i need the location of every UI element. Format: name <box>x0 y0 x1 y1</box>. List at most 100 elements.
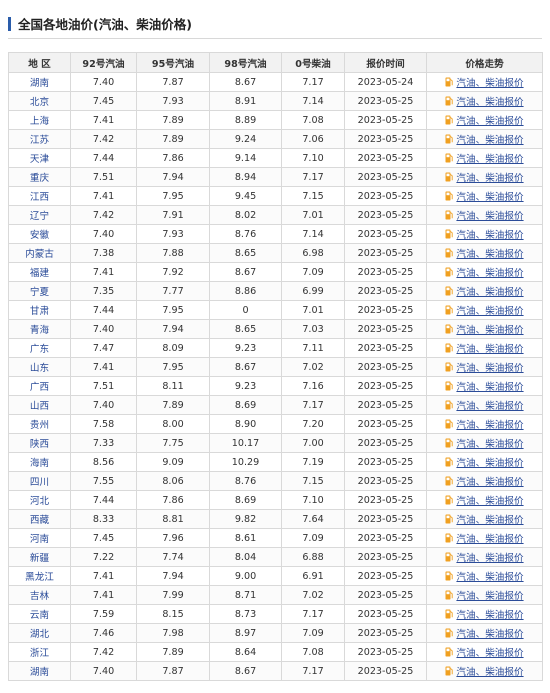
price-trend-link[interactable]: 汽油、柴油报价 <box>456 477 523 488</box>
region-cell[interactable]: 内蒙古 <box>8 243 71 263</box>
price-95-cell: 7.86 <box>136 490 210 510</box>
region-cell[interactable]: 山西 <box>8 395 71 415</box>
price-trend-link[interactable]: 汽油、柴油报价 <box>456 572 523 583</box>
price-trend-link[interactable]: 汽油、柴油报价 <box>456 667 523 678</box>
region-cell[interactable]: 青海 <box>8 319 71 339</box>
price-92-cell: 7.41 <box>70 566 137 586</box>
price-trend-link[interactable]: 汽油、柴油报价 <box>456 496 523 507</box>
price-trend-link[interactable]: 汽油、柴油报价 <box>456 249 523 260</box>
price-98-cell: 8.91 <box>209 91 282 111</box>
price-trend-link[interactable]: 汽油、柴油报价 <box>456 629 523 640</box>
price-trend-link[interactable]: 汽油、柴油报价 <box>456 211 523 222</box>
region-cell[interactable]: 安徽 <box>8 224 71 244</box>
fuel-pump-icon <box>445 77 454 87</box>
price-trend-link[interactable]: 汽油、柴油报价 <box>456 420 523 431</box>
region-cell[interactable]: 陕西 <box>8 433 71 453</box>
price-trend-link[interactable]: 汽油、柴油报价 <box>456 610 523 621</box>
price-trend-link[interactable]: 汽油、柴油报价 <box>456 591 523 602</box>
price-trend-link[interactable]: 汽油、柴油报价 <box>456 268 523 279</box>
region-cell[interactable]: 福建 <box>8 262 71 282</box>
price-trend-link[interactable]: 汽油、柴油报价 <box>456 116 523 127</box>
date-cell: 2023-05-25 <box>344 357 427 377</box>
region-cell[interactable]: 上海 <box>8 110 71 130</box>
price-95-cell: 7.93 <box>136 91 210 111</box>
fuel-pump-icon <box>445 438 454 448</box>
region-cell[interactable]: 湖南 <box>8 661 71 681</box>
price-trend-link[interactable]: 汽油、柴油报价 <box>456 154 523 165</box>
date-cell: 2023-05-25 <box>344 547 427 567</box>
price-trend-link[interactable]: 汽油、柴油报价 <box>456 648 523 659</box>
price-trend-link[interactable]: 汽油、柴油报价 <box>456 401 523 412</box>
region-cell[interactable]: 浙江 <box>8 642 71 662</box>
price-95-cell: 7.92 <box>136 262 210 282</box>
price-trend-link[interactable]: 汽油、柴油报价 <box>456 78 523 89</box>
region-cell[interactable]: 云南 <box>8 604 71 624</box>
price-92-cell: 7.41 <box>70 186 137 206</box>
price-95-cell: 7.87 <box>136 72 210 92</box>
date-cell: 2023-05-25 <box>344 433 427 453</box>
fuel-pump-icon <box>445 533 454 543</box>
price-trend-link[interactable]: 汽油、柴油报价 <box>456 382 523 393</box>
price-trend-link[interactable]: 汽油、柴油报价 <box>456 553 523 564</box>
price-trend-link[interactable]: 汽油、柴油报价 <box>456 344 523 355</box>
table-row: 江苏 7.42 7.89 9.24 7.06 2023-05-25 汽油、柴油报价 <box>8 129 543 149</box>
region-cell[interactable]: 西藏 <box>8 509 71 529</box>
region-cell[interactable]: 重庆 <box>8 167 71 187</box>
region-cell[interactable]: 湖南 <box>8 72 71 92</box>
price-92-cell: 7.44 <box>70 300 137 320</box>
price-92-cell: 7.33 <box>70 433 137 453</box>
date-cell: 2023-05-25 <box>344 129 427 149</box>
price-trend-link[interactable]: 汽油、柴油报价 <box>456 192 523 203</box>
region-cell[interactable]: 四川 <box>8 471 71 491</box>
region-cell[interactable]: 天津 <box>8 148 71 168</box>
region-cell[interactable]: 贵州 <box>8 414 71 434</box>
table-row: 西藏 8.33 8.81 9.82 7.64 2023-05-25 汽油、柴油报价 <box>8 509 543 529</box>
date-cell: 2023-05-25 <box>344 148 427 168</box>
region-cell[interactable]: 辽宁 <box>8 205 71 225</box>
region-cell[interactable]: 北京 <box>8 91 71 111</box>
price-trend-link[interactable]: 汽油、柴油报价 <box>456 515 523 526</box>
table-row: 上海 7.41 7.89 8.89 7.08 2023-05-25 汽油、柴油报价 <box>8 110 543 130</box>
price-98-cell: 9.23 <box>209 338 282 358</box>
date-cell: 2023-05-25 <box>344 205 427 225</box>
fuel-pump-icon <box>445 96 454 106</box>
region-cell[interactable]: 甘肃 <box>8 300 71 320</box>
price-trend-link[interactable]: 汽油、柴油报价 <box>456 325 523 336</box>
fuel-pump-icon <box>445 343 454 353</box>
price-trend-link[interactable]: 汽油、柴油报价 <box>456 230 523 241</box>
price-trend-link[interactable]: 汽油、柴油报价 <box>456 363 523 374</box>
region-cell[interactable]: 海南 <box>8 452 71 472</box>
diesel-cell: 7.08 <box>281 110 345 130</box>
region-cell[interactable]: 河北 <box>8 490 71 510</box>
column-header-region: 地 区 <box>8 52 71 73</box>
price-trend-link[interactable]: 汽油、柴油报价 <box>456 306 523 317</box>
table-header-row: 地 区 92号汽油 95号汽油 98号汽油 0号柴油 报价时间 价格走势 <box>8 52 543 73</box>
price-trend-link[interactable]: 汽油、柴油报价 <box>456 173 523 184</box>
column-header-diesel: 0号柴油 <box>281 52 345 73</box>
price-trend-link[interactable]: 汽油、柴油报价 <box>456 97 523 108</box>
price-trend-link[interactable]: 汽油、柴油报价 <box>456 534 523 545</box>
trend-cell: 汽油、柴油报价 <box>426 262 543 282</box>
price-trend-link[interactable]: 汽油、柴油报价 <box>456 458 523 469</box>
region-cell[interactable]: 广西 <box>8 376 71 396</box>
region-cell[interactable]: 河南 <box>8 528 71 548</box>
region-cell[interactable]: 江西 <box>8 186 71 206</box>
region-cell[interactable]: 新疆 <box>8 547 71 567</box>
price-92-cell: 7.47 <box>70 338 137 358</box>
region-cell[interactable]: 吉林 <box>8 585 71 605</box>
region-cell[interactable]: 江苏 <box>8 129 71 149</box>
price-92-cell: 7.42 <box>70 642 137 662</box>
diesel-cell: 7.17 <box>281 395 345 415</box>
price-98-cell: 9.45 <box>209 186 282 206</box>
price-trend-link[interactable]: 汽油、柴油报价 <box>456 439 523 450</box>
region-cell[interactable]: 湖北 <box>8 623 71 643</box>
region-cell[interactable]: 山东 <box>8 357 71 377</box>
diesel-cell: 7.17 <box>281 72 345 92</box>
price-trend-link[interactable]: 汽油、柴油报价 <box>456 287 523 298</box>
price-trend-link[interactable]: 汽油、柴油报价 <box>456 135 523 146</box>
price-95-cell: 9.09 <box>136 452 210 472</box>
region-cell[interactable]: 宁夏 <box>8 281 71 301</box>
region-cell[interactable]: 广东 <box>8 338 71 358</box>
fuel-pump-icon <box>445 248 454 258</box>
region-cell[interactable]: 黑龙江 <box>8 566 71 586</box>
